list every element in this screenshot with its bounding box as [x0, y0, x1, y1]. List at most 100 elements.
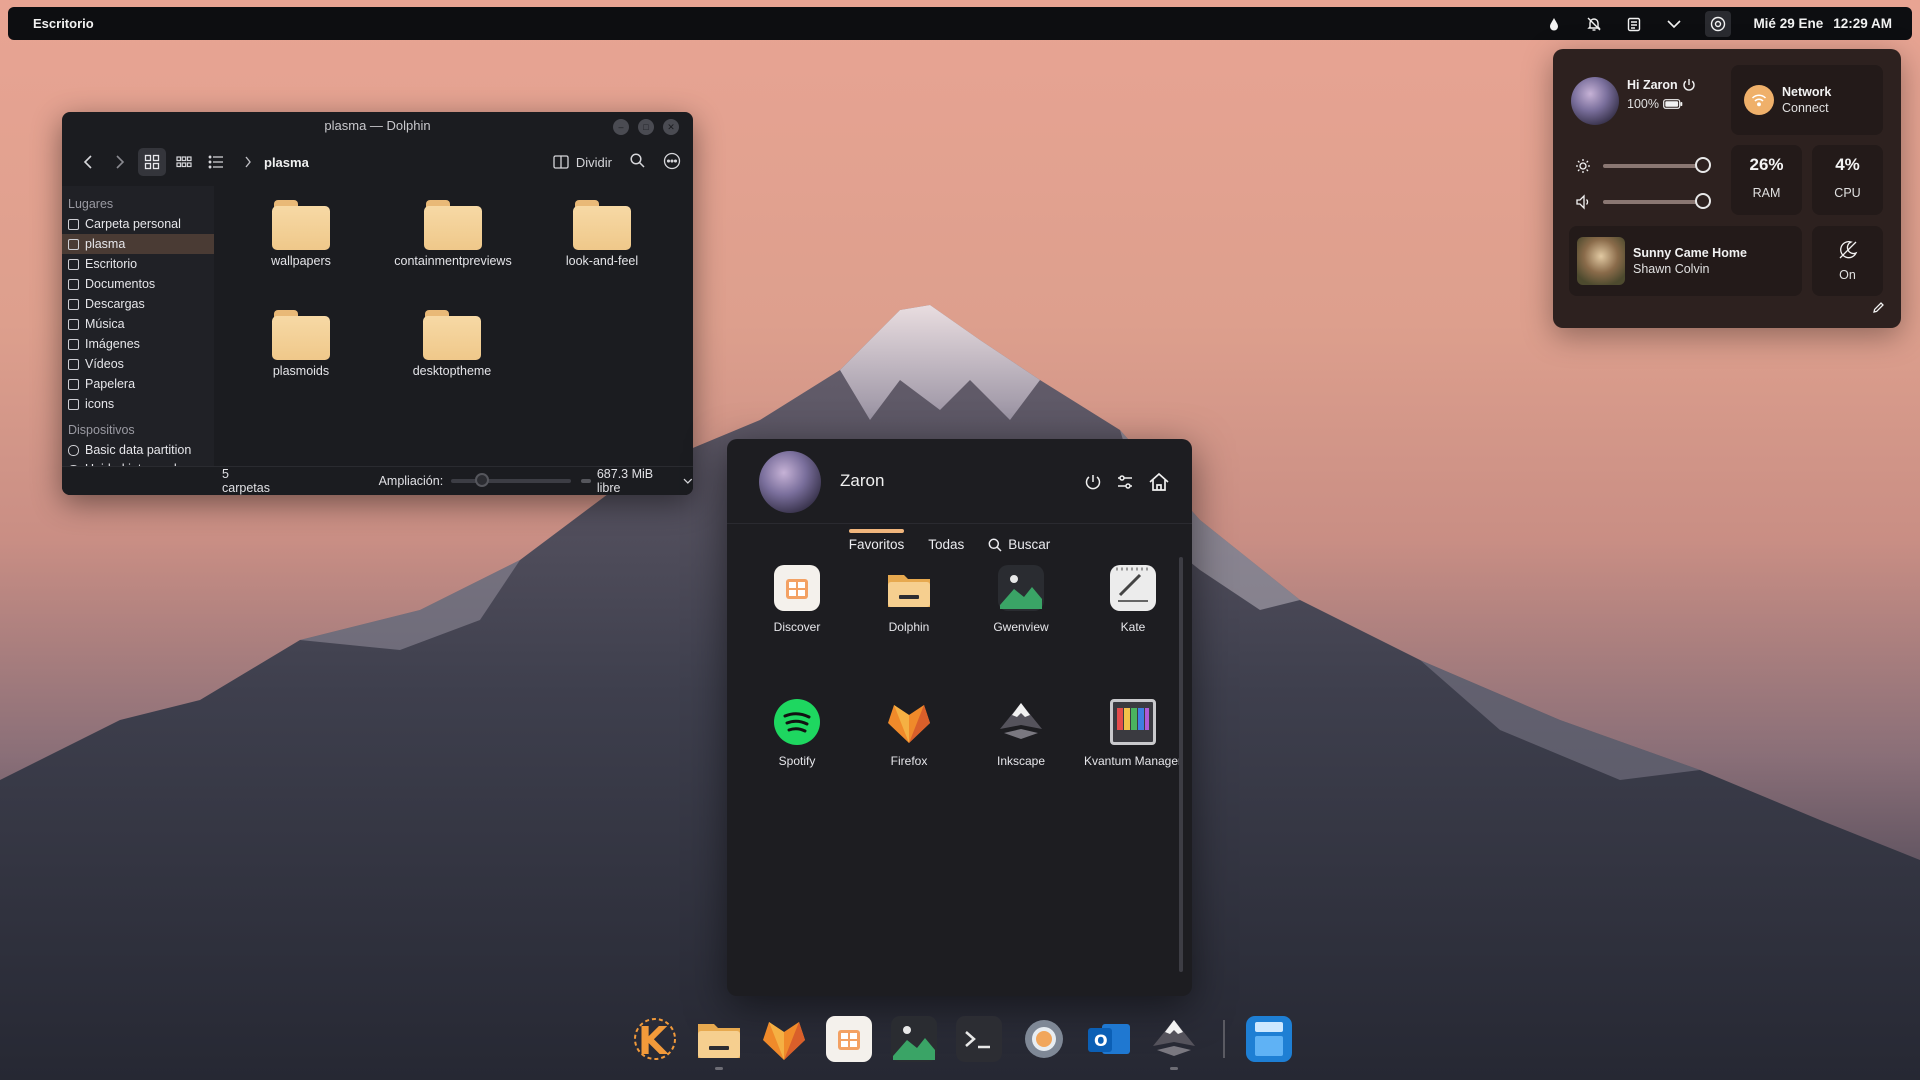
- power-icon[interactable]: [1682, 78, 1696, 92]
- network-card[interactable]: Network Connect: [1731, 65, 1883, 135]
- volume-slider[interactable]: [1603, 193, 1711, 209]
- minimize-button[interactable]: –: [613, 119, 629, 135]
- app-label: Discover: [773, 620, 821, 634]
- folder-count: 5 carpetas: [222, 467, 270, 495]
- media-title: Sunny Came Home: [1633, 246, 1747, 260]
- free-space[interactable]: 687.3 MiB libre: [581, 467, 693, 495]
- gwenview-icon[interactable]: [891, 1016, 937, 1062]
- app-inkscape[interactable]: Inkscape: [965, 699, 1077, 768]
- night-light-card[interactable]: On: [1812, 226, 1883, 296]
- media-card[interactable]: Sunny Came Home Shawn Colvin: [1569, 226, 1802, 296]
- breadcrumb[interactable]: plasma: [244, 155, 309, 170]
- app-spotify[interactable]: Spotify: [741, 699, 853, 768]
- battery-level: 100%: [1627, 97, 1659, 111]
- split-button[interactable]: Dividir: [553, 155, 612, 170]
- trash-icon: [68, 378, 79, 390]
- place-images[interactable]: Imágenes: [62, 334, 214, 354]
- chevron-down-icon[interactable]: [1665, 15, 1683, 33]
- avatar[interactable]: [759, 451, 821, 513]
- settings-icon[interactable]: [1021, 1016, 1067, 1062]
- app-label: Spotify: [778, 754, 816, 768]
- close-button[interactable]: ✕: [663, 119, 679, 135]
- compact-view-button[interactable]: [170, 148, 198, 176]
- tab-all[interactable]: Todas: [928, 531, 964, 552]
- firefox-icon[interactable]: [761, 1016, 807, 1062]
- user-card[interactable]: Hi Zaron 100%: [1571, 73, 1721, 133]
- device-basic-data[interactable]: Basic data partition: [62, 440, 214, 460]
- app-dolphin[interactable]: Dolphin: [853, 565, 965, 634]
- zoom-slider[interactable]: [451, 473, 572, 487]
- app-gwenview[interactable]: Gwenview: [965, 565, 1077, 634]
- folder-name: containmentpreviews: [394, 254, 512, 268]
- discover-icon[interactable]: [826, 1016, 872, 1062]
- tab-favorites[interactable]: Favoritos: [848, 529, 904, 552]
- desktop-icon: [68, 258, 79, 270]
- menu-button[interactable]: [663, 152, 681, 173]
- folder-name: plasmoids: [272, 364, 330, 378]
- places-panel: Lugares Carpeta personal plasma Escritor…: [62, 186, 214, 478]
- app-kate[interactable]: Kate: [1077, 565, 1189, 634]
- forward-button[interactable]: [106, 148, 134, 176]
- app-label: Dolphin: [888, 620, 930, 634]
- place-plasma[interactable]: plasma: [62, 234, 214, 254]
- calculator-icon[interactable]: [1246, 1016, 1292, 1062]
- place-videos[interactable]: Vídeos: [62, 354, 214, 374]
- back-button[interactable]: [74, 148, 102, 176]
- clipboard-icon[interactable]: [1625, 15, 1643, 33]
- breadcrumb-current[interactable]: plasma: [264, 155, 309, 170]
- terminal-icon[interactable]: [956, 1016, 1002, 1062]
- app-kvantum[interactable]: Kvantum Manager: [1077, 699, 1189, 768]
- clock[interactable]: Mié 29 Ene 12:29 AM: [1753, 16, 1892, 31]
- dolphin-icon[interactable]: [696, 1016, 742, 1062]
- image-icon: [68, 338, 79, 350]
- outlook-icon[interactable]: O: [1086, 1016, 1132, 1062]
- power-icon[interactable]: [1084, 473, 1102, 491]
- video-icon: [68, 358, 79, 370]
- system-settings-icon[interactable]: [1705, 10, 1732, 37]
- place-icons[interactable]: icons: [62, 394, 214, 414]
- inkscape-icon[interactable]: [1151, 1016, 1197, 1062]
- drive-icon: [68, 444, 79, 456]
- running-indicator: [715, 1067, 723, 1070]
- place-downloads[interactable]: Descargas: [62, 294, 214, 314]
- search-button[interactable]: [630, 153, 645, 171]
- app-discover[interactable]: Discover: [741, 565, 853, 634]
- bell-off-icon[interactable]: [1585, 15, 1603, 33]
- network-title: Network: [1782, 85, 1832, 99]
- network-status: Connect: [1782, 101, 1829, 115]
- folder-icon: [68, 238, 79, 250]
- settings-sliders-icon[interactable]: [1116, 473, 1134, 491]
- maximize-button[interactable]: □: [638, 119, 654, 135]
- file-view[interactable]: wallpapers containmentpreviews look-and-…: [214, 186, 693, 469]
- gwenview-icon: [998, 565, 1044, 611]
- icons-view-button[interactable]: [138, 148, 166, 176]
- cpu-label: CPU: [1834, 186, 1861, 200]
- droplet-icon[interactable]: [1545, 15, 1563, 33]
- brightness-icon: [1576, 159, 1590, 173]
- home-icon[interactable]: [1148, 471, 1170, 493]
- place-documents[interactable]: Documentos: [62, 274, 214, 294]
- devices-header: Dispositivos: [68, 423, 135, 437]
- launcher-scrollbar[interactable]: [1179, 557, 1183, 972]
- tab-search[interactable]: Buscar: [988, 531, 1050, 552]
- details-view-button[interactable]: [202, 148, 230, 176]
- folder-item[interactable]: desktoptheme: [392, 310, 512, 378]
- folder-item[interactable]: look-and-feel: [542, 200, 662, 268]
- place-music[interactable]: Música: [62, 314, 214, 334]
- place-desktop[interactable]: Escritorio: [62, 254, 214, 274]
- edit-icon[interactable]: [1872, 301, 1885, 314]
- folder-item[interactable]: containmentpreviews: [391, 200, 515, 268]
- media-artist: Shawn Colvin: [1633, 262, 1710, 276]
- folder-item[interactable]: plasmoids: [241, 310, 361, 378]
- folder-item[interactable]: wallpapers: [241, 200, 361, 268]
- folder-name: look-and-feel: [565, 254, 639, 268]
- place-trash[interactable]: Papelera: [62, 374, 214, 394]
- app-firefox[interactable]: Firefox: [853, 699, 965, 768]
- space-bar: [581, 479, 591, 483]
- place-home[interactable]: Carpeta personal: [62, 214, 214, 234]
- window-titlebar[interactable]: plasma — Dolphin – □ ✕: [62, 112, 693, 142]
- folder-icon: [423, 310, 481, 360]
- desktop-label: Escritorio: [33, 16, 94, 31]
- kde-icon[interactable]: K: [632, 1016, 678, 1063]
- brightness-slider[interactable]: [1603, 157, 1711, 173]
